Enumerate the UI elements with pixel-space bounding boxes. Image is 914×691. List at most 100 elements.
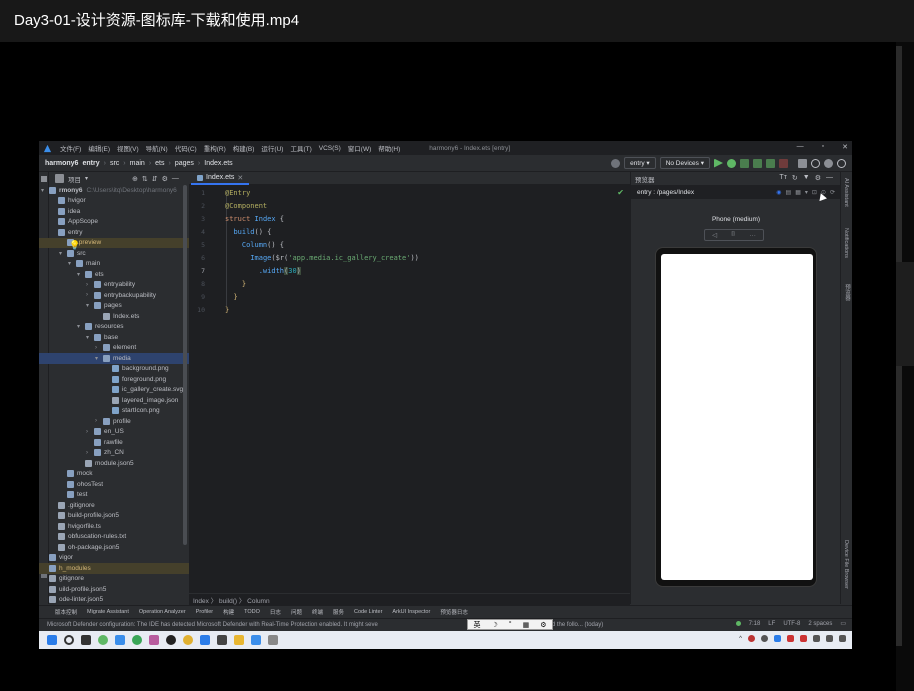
tree-item[interactable]: › profile [39,416,189,427]
rotate-device-icon[interactable]: ⌷ [731,231,735,239]
menu-view[interactable]: 视图(V) [117,143,139,153]
tab-index-ets[interactable]: Index.ets ✕ [191,172,250,185]
bottom-tab[interactable]: ArkUI Inspector [392,609,430,615]
maximize-icon[interactable]: ▫ [822,143,824,151]
ime-keyboard-icon[interactable]: ▦ [523,621,530,629]
line-separator[interactable]: LF [768,621,775,627]
ime-settings-icon[interactable]: ⚙ [540,621,546,629]
tree-item[interactable]: › entrybackupability [39,290,189,301]
menu-edit[interactable]: 编辑(E) [88,143,110,153]
inspection-ok-icon[interactable]: ✔ [617,188,624,197]
bottom-tab[interactable]: Operation Analyzer [139,609,186,615]
tray-chevron-icon[interactable]: ^ [739,636,742,642]
phone-screen[interactable] [661,254,813,580]
refresh-icon[interactable]: ↻ [792,174,798,182]
attach-icon[interactable] [753,158,762,168]
breadcrumb-main[interactable]: main [130,160,145,167]
device-select[interactable]: No Devices ▾ [659,157,710,169]
inspector-icon[interactable]: ◉ [776,189,781,196]
windows-start-icon[interactable] [47,635,57,645]
tree-item[interactable]: entry [39,227,189,238]
run-config-select[interactable]: entry ▾ [624,157,656,169]
tree-item[interactable]: .gitignore [39,500,189,511]
rotate-icon[interactable]: ⟳ [830,189,835,196]
expand-icon[interactable]: ⇵ [152,175,158,183]
chevron-down-icon[interactable]: ▾ [85,175,88,182]
close-icon[interactable]: ✕ [842,143,848,151]
tree-arrow-icon[interactable]: ▾ [77,323,83,330]
bottom-tab[interactable]: Profiler [196,609,213,615]
tree-arrow-icon[interactable]: ▾ [95,355,101,362]
run-icon[interactable] [714,158,723,168]
tree-item[interactable]: ▾ main [39,259,189,270]
app-wechat-icon[interactable] [98,635,108,645]
tree-item[interactable]: test [39,490,189,501]
app-security-icon[interactable] [115,635,125,645]
tree-item[interactable]: gitignore [39,574,189,585]
tree-item[interactable]: hvigor [39,196,189,207]
tree-item[interactable]: rawfile [39,437,189,448]
filter-icon[interactable]: ▼ [803,174,810,182]
tree-item[interactable]: ode-linter.json5 [39,595,189,606]
device-file-browser-tab[interactable]: Device File Browser [843,540,849,589]
tree-item[interactable]: › element [39,343,189,354]
bottom-tab[interactable]: 日志 [270,608,281,616]
app-terminal-icon[interactable] [217,635,227,645]
breadcrumb-file[interactable]: Index.ets [204,160,232,167]
project-tool-icon[interactable] [41,176,47,182]
settings-icon[interactable] [824,158,833,168]
hide-icon[interactable]: — [172,175,179,182]
tree-item[interactable]: startIcon.png [39,406,189,417]
tree-item[interactable]: oh-package.json5 [39,542,189,553]
tree-item[interactable]: › zh_CN [39,448,189,459]
tree-item[interactable]: ohosTest [39,479,189,490]
tree-item[interactable]: vigor [39,553,189,564]
app-obs-icon[interactable] [166,635,176,645]
tree-arrow-icon[interactable]: › [86,282,92,288]
tray-app-icon[interactable] [748,635,755,642]
tree-item[interactable]: idea [39,206,189,217]
app-green-icon[interactable] [132,635,142,645]
tree-item[interactable]: layered_image.json [39,395,189,406]
menu-run[interactable]: 运行(U) [261,143,283,153]
bottom-tab[interactable]: 预览器日志 [440,608,468,616]
tree-item[interactable]: hvigorfile.ts [39,521,189,532]
tree-arrow-icon[interactable]: ▾ [59,250,65,257]
lightbulb-icon[interactable]: 💡 [69,240,80,251]
tree-arrow-icon[interactable]: › [95,418,101,424]
menu-window[interactable]: 窗口(W) [348,143,371,153]
app-chrome-icon[interactable] [183,635,193,645]
tree-item[interactable]: h_modules [39,563,189,574]
chevron-down-icon[interactable]: ▾ [805,189,808,196]
hide-icon[interactable]: — [826,174,833,182]
volume-icon[interactable] [826,635,833,642]
battery-icon[interactable] [839,635,846,642]
previewer-path[interactable]: entry : /pages/Index [637,189,694,196]
search-icon[interactable] [811,158,820,168]
tree-item[interactable]: .preview [39,237,189,248]
notifications-tab[interactable]: Notifications [843,228,849,258]
menu-code[interactable]: 代码(C) [175,143,197,153]
tree-item[interactable]: ▾ media [39,353,189,364]
app-deveco-icon[interactable] [251,635,261,645]
tree-arrow-icon[interactable]: ▾ [86,302,92,309]
bottom-tab[interactable]: Migrate Assistant [87,609,129,615]
tree-item[interactable]: ▾ rmony6 C:\Users\itq\Desktop\harmony6 [39,185,189,196]
tree-item[interactable]: mock [39,469,189,480]
tree-arrow-icon[interactable]: ▾ [86,334,92,341]
lock-icon[interactable]: ▭ [840,620,846,627]
code-editor[interactable]: 1 2 3 4 5 6 7 8 9 10 ✔ @Entry @Component struct I… [189,185,630,593]
tree-item[interactable]: ▾ base [39,332,189,343]
tree-item[interactable]: › en_US [39,427,189,438]
menu-file[interactable]: 文件(F) [60,143,81,153]
bottom-tab[interactable]: 构建 [223,608,234,616]
options-icon[interactable]: ⚙ [162,175,168,183]
bottom-tab[interactable]: Code Linter [354,609,382,615]
indent-setting[interactable]: 2 spaces [808,621,832,627]
settings-icon[interactable]: ⚙ [815,174,821,182]
menu-help[interactable]: 帮助(H) [378,143,400,153]
tree-item[interactable]: background.png [39,364,189,375]
tree-item[interactable]: ▾ src [39,248,189,259]
ime-moon-icon[interactable]: ☽ [492,621,498,629]
breadcrumb-project[interactable]: harmony6 [45,160,78,167]
